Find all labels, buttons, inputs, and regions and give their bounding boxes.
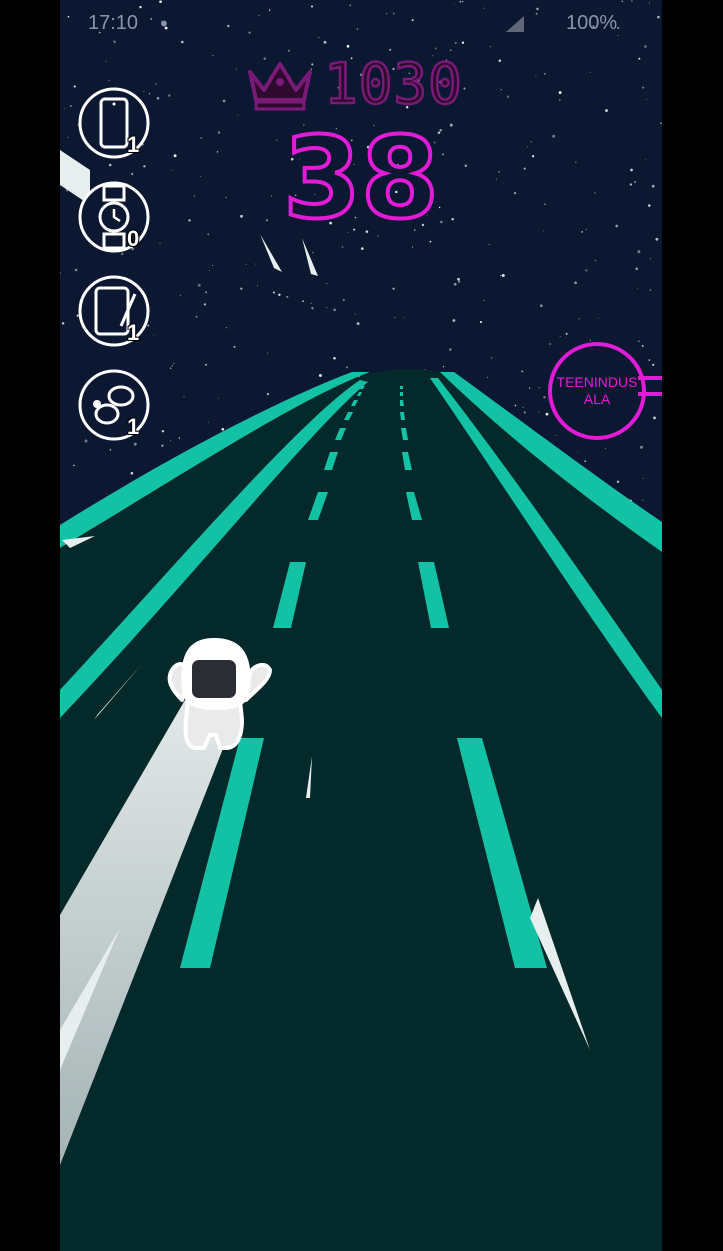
collected-item-watch: 0 [77, 180, 151, 254]
phone-icon [78, 87, 150, 159]
earbuds-icon [78, 369, 150, 441]
target-label-line2: ALA [583, 391, 611, 407]
smartwatch-icon [78, 181, 150, 253]
tablet-count: 1 [127, 320, 140, 345]
battery-level: 100% [566, 12, 618, 34]
collected-item-tablet: 1 [77, 274, 151, 348]
phone-count: 1 [127, 132, 140, 157]
collected-item-phone: 1 [77, 86, 151, 160]
best-score: 1030 [244, 50, 463, 118]
status-bar: 17:10 • 100% [60, 0, 662, 48]
game-screen[interactable]: 17:10 • 100% 1030 38 1 0 1 1 TEENINDUS A… [60, 0, 662, 1251]
target-zone: TEENINDUS ALA [548, 342, 646, 440]
crown-icon [248, 62, 312, 111]
signal-icon [506, 16, 524, 32]
status-time: 17:10 [88, 12, 139, 34]
collected-item-earbuds: 1 [77, 368, 151, 442]
watch-count: 0 [127, 226, 140, 251]
notification-dot-icon: • [158, 12, 170, 36]
earbuds-count: 1 [127, 414, 140, 439]
target-label-line1: TEENINDUS [556, 374, 638, 390]
target-connector [638, 376, 662, 396]
best-score-value: 1030 [323, 50, 463, 118]
tablet-icon [78, 275, 150, 347]
